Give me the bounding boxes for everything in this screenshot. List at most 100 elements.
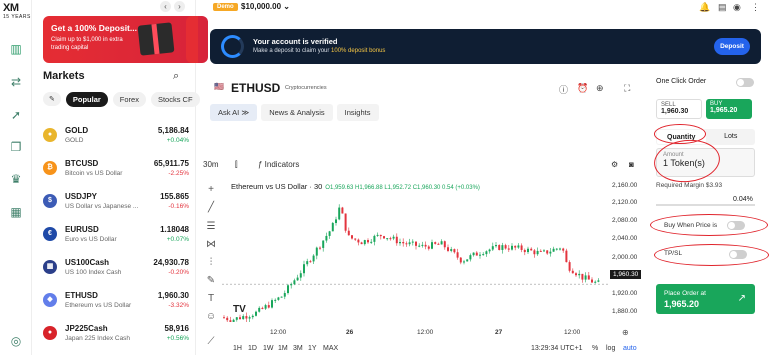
- margin-percent: 0.04%: [733, 196, 753, 203]
- copy-icon[interactable]: ❐: [9, 140, 23, 154]
- candle-body: [309, 261, 312, 263]
- market-row[interactable]: ● JP225Cash Japan 225 Index Cash 58,916 +0.5…: [43, 323, 189, 355]
- candle-body: [408, 242, 411, 245]
- quantity-lots-toggle: Quantity Lots: [656, 129, 755, 145]
- market-row[interactable]: ▦ US100Cash US 100 Index Cash 24,930.78 -0.2…: [43, 257, 189, 290]
- candle-body: [376, 234, 379, 236]
- amount-field[interactable]: Amount 1 Token(s): [656, 148, 755, 177]
- tab-news[interactable]: News & Analysis: [261, 104, 333, 121]
- verified-banner: Your account is verified Make a deposit …: [210, 29, 761, 64]
- tab-insights[interactable]: Insights: [336, 104, 379, 121]
- reset-icon[interactable]: ⊕: [622, 328, 629, 337]
- rocket-icon[interactable]: ➚: [9, 108, 23, 122]
- ruler-icon[interactable]: ⟋: [205, 336, 217, 348]
- x-tick-label: 26: [346, 329, 354, 336]
- log-toggle[interactable]: log: [606, 345, 615, 352]
- add-icon[interactable]: ⊕: [596, 83, 604, 94]
- candle-body: [578, 273, 581, 276]
- candle-type-icon[interactable]: ⫿: [235, 160, 238, 170]
- promo-title: Get a 100% Deposit...: [51, 23, 137, 33]
- camera-icon[interactable]: ◙: [629, 160, 634, 169]
- promo-card[interactable]: Get a 100% Deposit... Claim up to $1,000…: [43, 16, 208, 63]
- transfer-icon[interactable]: ⇄: [9, 75, 23, 89]
- candlestick-chart[interactable]: [222, 190, 610, 322]
- deposit-button[interactable]: Deposit: [714, 38, 750, 55]
- market-row[interactable]: ₿ BTCUSD Bitcoin vs US Dollar 65,911.75 -2.2…: [43, 158, 189, 191]
- range-3m[interactable]: 3M: [293, 345, 303, 352]
- market-row[interactable]: ● GOLD GOLD 5,186.84 +0.04%: [43, 125, 189, 158]
- margin-slider[interactable]: [656, 204, 755, 206]
- candle-body: [293, 280, 296, 285]
- buy-button[interactable]: BUY 1,965.20: [706, 99, 752, 119]
- y-tick-label: 1,880.00: [612, 308, 638, 315]
- promo-prev-button[interactable]: ‹: [160, 1, 171, 12]
- candle-body: [338, 207, 341, 220]
- candle-body: [341, 207, 344, 214]
- candle-body: [546, 250, 549, 254]
- search-icon[interactable]: ⌕: [173, 70, 179, 83]
- range-1w[interactable]: 1W: [263, 345, 274, 352]
- apps-icon[interactable]: ▦: [9, 205, 23, 219]
- sell-button[interactable]: SELL 1,960.30: [656, 99, 702, 119]
- candle-body: [469, 255, 472, 260]
- brush-icon[interactable]: ✎: [205, 275, 217, 287]
- xm-logo[interactable]: XM 15 YEARS: [3, 2, 31, 20]
- candle-body: [277, 297, 280, 300]
- range-1m[interactable]: 1M: [278, 345, 288, 352]
- settings-icon[interactable]: ⚙: [611, 160, 618, 169]
- range-1y[interactable]: 1Y: [308, 345, 317, 352]
- tab-lots[interactable]: Lots: [707, 129, 756, 145]
- bell-icon[interactable]: 🔔: [699, 2, 710, 13]
- promo-next-card[interactable]: [186, 16, 198, 63]
- candle-body: [418, 245, 421, 247]
- candle-body: [568, 262, 571, 271]
- emoji-icon[interactable]: ☺: [205, 311, 217, 323]
- avatar[interactable]: ◉: [733, 2, 741, 13]
- candle-body: [354, 238, 357, 240]
- candle-body: [539, 250, 542, 252]
- text-icon[interactable]: T: [205, 293, 217, 305]
- trendline-icon[interactable]: ╱: [205, 202, 217, 214]
- candle-body: [594, 281, 597, 283]
- projection-icon[interactable]: ⫶: [205, 257, 217, 269]
- alarm-icon[interactable]: ⏰: [577, 83, 588, 94]
- account-balance[interactable]: $10,000.00 ⌄: [241, 2, 290, 11]
- one-click-toggle[interactable]: [736, 78, 754, 87]
- edit-icon[interactable]: ✎: [43, 92, 61, 106]
- range-max[interactable]: MAX: [323, 345, 338, 352]
- range-1d[interactable]: 1D: [248, 345, 257, 352]
- indicators-button[interactable]: ƒ Indicators: [258, 160, 299, 169]
- tab-stocks[interactable]: Stocks CF: [150, 91, 200, 107]
- promo-next-button[interactable]: ›: [174, 1, 185, 12]
- notes-icon[interactable]: ▤: [718, 2, 727, 13]
- fib-icon[interactable]: ☰: [205, 221, 217, 233]
- tpsl-toggle[interactable]: [729, 250, 747, 259]
- candle-body: [402, 242, 405, 244]
- tab-ask-ai[interactable]: Ask AI ≫: [210, 104, 258, 121]
- percent-toggle[interactable]: %: [592, 345, 598, 352]
- crosshair-icon[interactable]: +: [205, 184, 217, 196]
- row-name: Japan 225 Index Cash: [65, 335, 131, 342]
- info-icon[interactable]: ⓘ: [559, 83, 568, 96]
- market-row[interactable]: ◆ ETHUSD Ethereum vs US Dollar 1,960.30 -3.3…: [43, 290, 189, 323]
- candle-body: [587, 275, 590, 280]
- market-row[interactable]: $ USDJPY US Dollar vs Japanese ... 155.865 -…: [43, 191, 189, 224]
- candle-body: [315, 247, 318, 256]
- trophy-icon[interactable]: ♛: [9, 172, 23, 186]
- pattern-icon[interactable]: ⋈: [205, 239, 217, 251]
- support-icon[interactable]: ◎: [9, 334, 23, 348]
- tab-quantity[interactable]: Quantity: [657, 130, 706, 144]
- tab-popular[interactable]: Popular: [65, 91, 108, 107]
- auto-toggle[interactable]: auto: [623, 345, 637, 352]
- y-tick-label: 2,000.00: [612, 254, 638, 261]
- buy-when-toggle[interactable]: [727, 221, 745, 230]
- row-name: Euro vs US Dollar: [65, 236, 117, 243]
- menu-icon[interactable]: ⋮: [751, 2, 760, 13]
- tab-forex[interactable]: Forex: [112, 91, 146, 107]
- range-1h[interactable]: 1H: [233, 345, 242, 352]
- chart-icon[interactable]: ▥: [9, 42, 23, 56]
- market-row[interactable]: € EURUSD Euro vs US Dollar 1.18048 +0.07%: [43, 224, 189, 257]
- fullscreen-icon[interactable]: ⛶: [624, 83, 630, 94]
- place-order-button[interactable]: Place Order at 1,965.20 ↗: [656, 284, 755, 314]
- interval-selector[interactable]: 30m: [203, 160, 219, 169]
